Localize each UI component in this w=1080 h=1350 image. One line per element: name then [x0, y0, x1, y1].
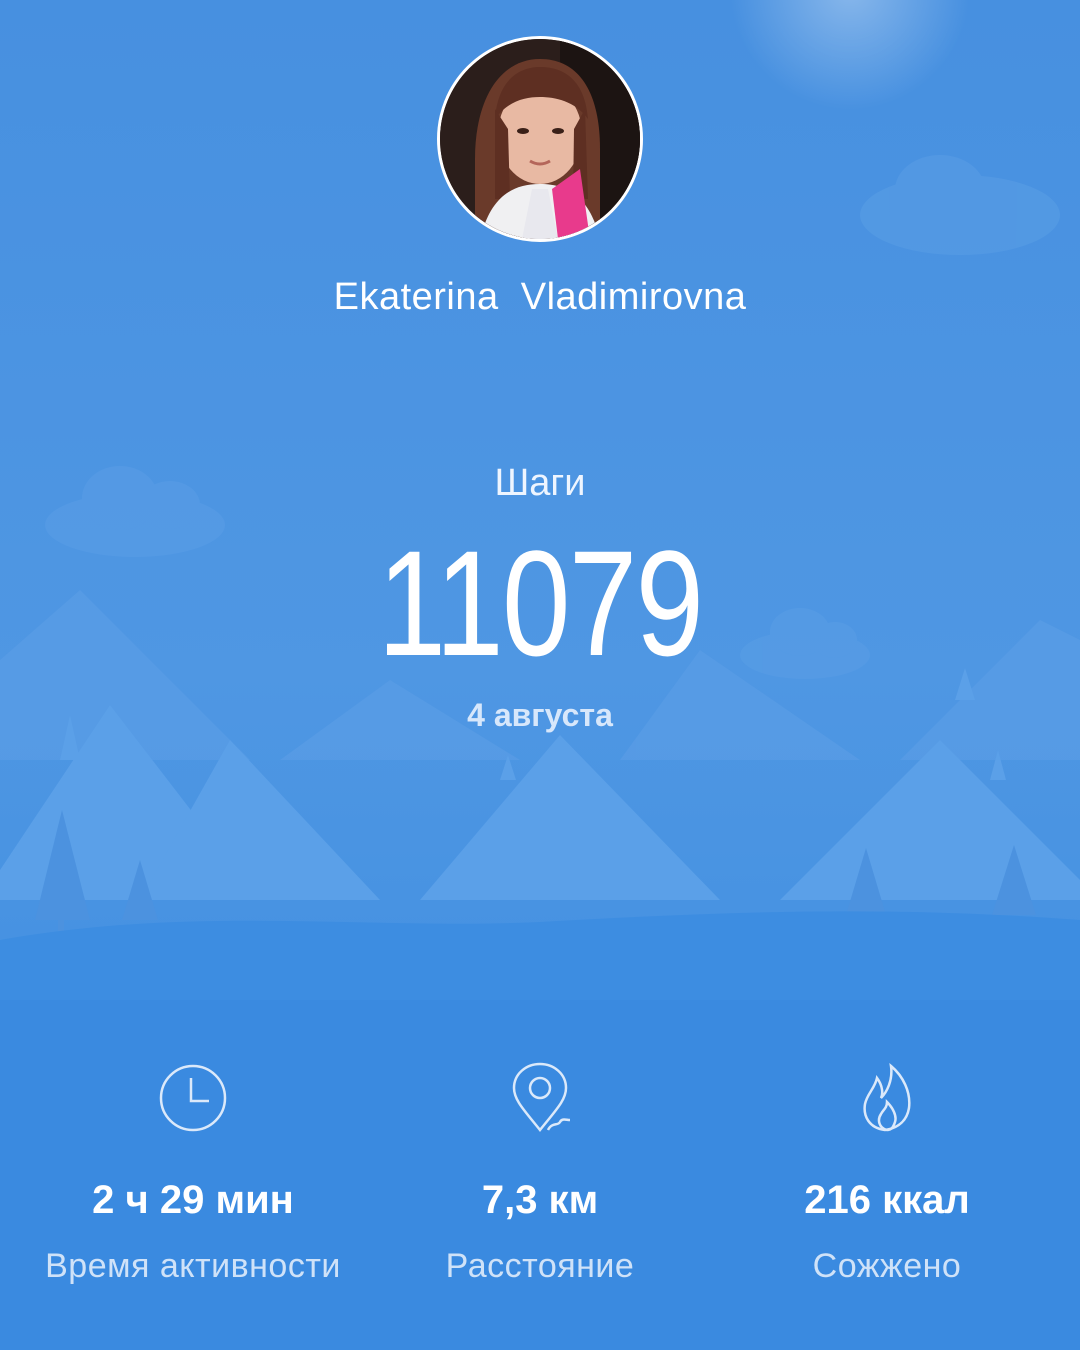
activity-time-value: 2 ч 29 мин [92, 1178, 294, 1222]
flame-icon [863, 1062, 911, 1132]
distance-value: 7,3 км [481, 1178, 599, 1222]
stat-activity-time[interactable]: 2 ч 29 мин Время активности [13, 1058, 373, 1286]
steps-count: 11079 [377, 519, 704, 687]
avatar-photo [440, 39, 640, 239]
clock-icon [159, 1064, 227, 1132]
activity-time-label: Время активности [45, 1247, 341, 1285]
user-avatar[interactable] [437, 36, 643, 242]
calories-label: Сожжено [812, 1247, 962, 1285]
stat-distance[interactable]: 7,3 км Расстояние [360, 1058, 720, 1286]
steps-date[interactable]: 4 августа [0, 697, 1080, 734]
location-pin-icon [512, 1062, 571, 1133]
user-name: Ekaterina Vladimirovna [333, 276, 747, 318]
distance-label: Расстояние [445, 1247, 635, 1285]
stat-calories[interactable]: 216 ккал Сожжено [707, 1058, 1067, 1286]
steps-label: Шаги [494, 462, 586, 504]
calories-value: 216 ккал [804, 1178, 970, 1222]
